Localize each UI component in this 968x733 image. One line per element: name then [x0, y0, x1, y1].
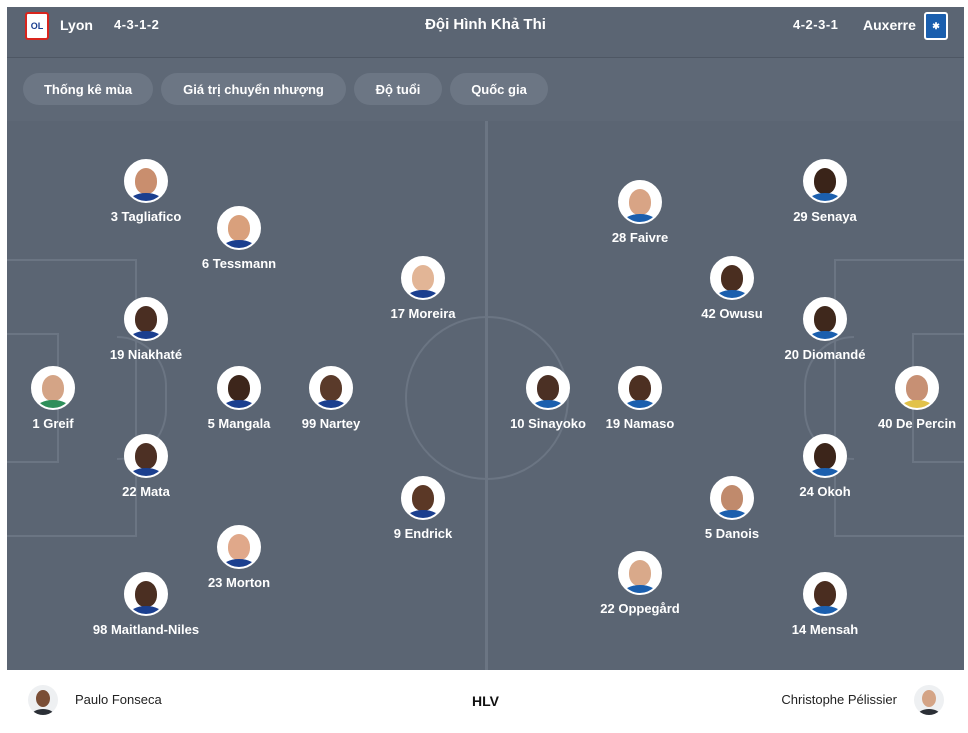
- coaches-bar: Paulo Fonseca HLV Christophe Pélissier: [7, 670, 964, 733]
- player-mata[interactable]: 22 Mata: [86, 434, 206, 500]
- player-name: 29 Senaya: [793, 209, 857, 224]
- player-nartey[interactable]: 99 Nartey: [271, 366, 391, 432]
- player-photo: [526, 366, 570, 410]
- player-photo: [401, 476, 445, 520]
- away-team-name[interactable]: Auxerre: [863, 17, 916, 33]
- tab-country[interactable]: Quốc gia: [450, 73, 548, 105]
- player-photo: [124, 297, 168, 341]
- auxerre-crest-icon: ✱: [924, 12, 948, 40]
- player-photo: [803, 572, 847, 616]
- away-coach-name[interactable]: Christophe Pélissier: [781, 692, 897, 707]
- player-name: 99 Nartey: [301, 416, 361, 431]
- player-faivre[interactable]: 28 Faivre: [580, 180, 700, 246]
- player-name: 14 Mensah: [791, 622, 859, 637]
- player-name: 22 Mata: [122, 484, 170, 499]
- player-photo: [124, 159, 168, 203]
- player-senaya[interactable]: 29 Senaya: [765, 159, 885, 225]
- player-tessmann[interactable]: 6 Tessmann: [179, 206, 299, 272]
- player-photo: [217, 525, 261, 569]
- stat-tabs: Thống kê mùa Giá trị chuyển nhượng Độ tu…: [7, 58, 964, 121]
- tab-season-stats[interactable]: Thống kê mùa: [23, 73, 153, 105]
- player-photo: [217, 366, 261, 410]
- player-name: 19 Namaso: [605, 416, 675, 431]
- player-name: 6 Tessmann: [201, 256, 277, 271]
- player-photo: [401, 256, 445, 300]
- player-photo: [803, 297, 847, 341]
- tab-age[interactable]: Độ tuổi: [354, 73, 442, 105]
- player-name: 98 Maitland-Niles: [92, 622, 200, 637]
- player-de-percin[interactable]: 40 De Percin: [857, 366, 964, 432]
- player-photo: [618, 551, 662, 595]
- player-photo: [124, 434, 168, 478]
- player-photo: [217, 206, 261, 250]
- player-name: 40 De Percin: [877, 416, 957, 431]
- player-photo: [124, 572, 168, 616]
- player-photo: [803, 159, 847, 203]
- player-name: 20 Diomandé: [784, 347, 866, 362]
- player-photo: [710, 476, 754, 520]
- player-name: 19 Niakhaté: [109, 347, 183, 362]
- player-photo: [803, 434, 847, 478]
- player-diomande[interactable]: 20 Diomandé: [765, 297, 885, 363]
- player-name: 1 Greif: [32, 416, 74, 431]
- player-photo: [895, 366, 939, 410]
- player-photo: [309, 366, 353, 410]
- player-name: 5 Danois: [704, 526, 760, 541]
- player-endrick[interactable]: 9 Endrick: [363, 476, 483, 542]
- lineup-header: OL Lyon 4-3-1-2 Đội Hình Khả Thi 4-2-3-1…: [7, 7, 964, 58]
- player-maitland-niles[interactable]: 98 Maitland-Niles: [86, 572, 206, 638]
- player-namaso[interactable]: 19 Namaso: [580, 366, 700, 432]
- player-photo: [618, 180, 662, 224]
- player-name: 22 Oppegård: [600, 601, 680, 616]
- player-niakhate[interactable]: 19 Niakhaté: [86, 297, 206, 363]
- player-oppegard[interactable]: 22 Oppegård: [580, 551, 700, 617]
- player-danois[interactable]: 5 Danois: [672, 476, 792, 542]
- away-coach-avatar: [914, 685, 944, 715]
- player-moreira[interactable]: 17 Moreira: [363, 256, 483, 322]
- player-photo: [31, 366, 75, 410]
- away-formation: 4-2-3-1: [793, 17, 839, 32]
- player-name: 17 Moreira: [390, 306, 456, 321]
- player-greif[interactable]: 1 Greif: [7, 366, 113, 432]
- player-name: 9 Endrick: [393, 526, 453, 541]
- player-photo: [710, 256, 754, 300]
- tab-transfer-value[interactable]: Giá trị chuyển nhượng: [161, 73, 346, 105]
- player-name: 28 Faivre: [611, 230, 669, 245]
- player-mensah[interactable]: 14 Mensah: [765, 572, 885, 638]
- pitch: 3 Tagliafico 6 Tessmann 17 Moreira 19 Ni…: [7, 121, 964, 670]
- lineup-panel: OL Lyon 4-3-1-2 Đội Hình Khả Thi 4-2-3-1…: [7, 7, 964, 670]
- player-photo: [618, 366, 662, 410]
